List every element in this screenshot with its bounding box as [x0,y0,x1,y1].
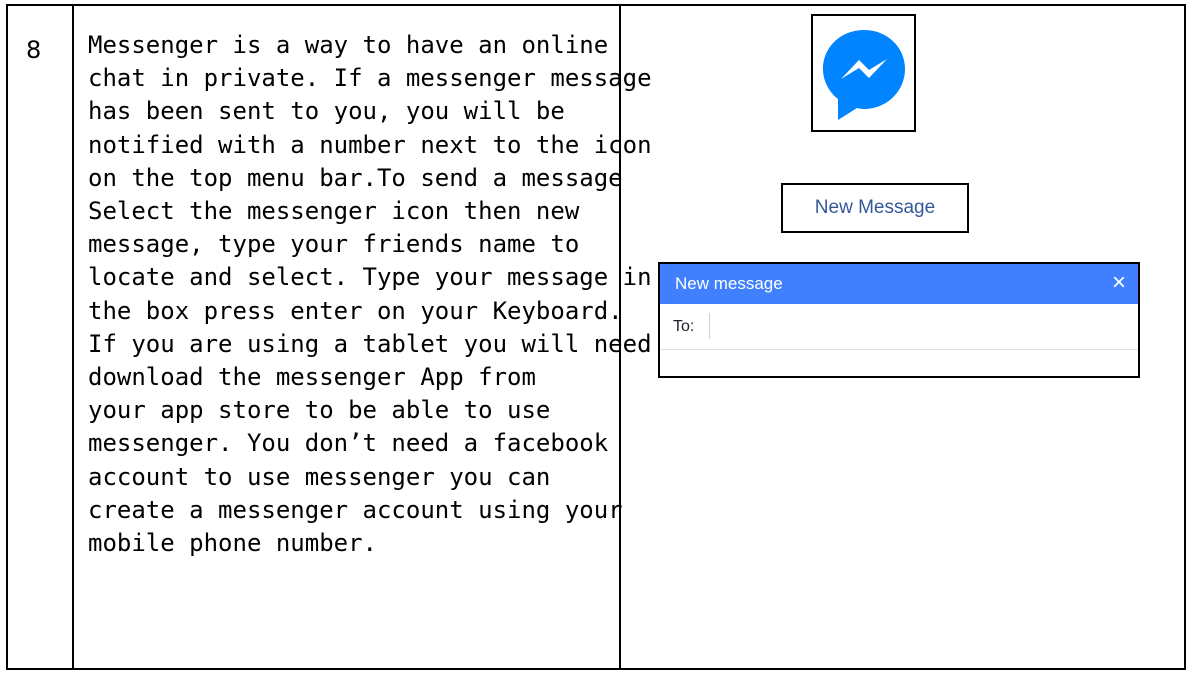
messenger-icon [823,30,905,120]
to-label: To: [673,318,695,335]
new-message-dialog: New message × To: [658,262,1140,378]
step-number: 8 [26,36,42,64]
column-divider [72,6,74,668]
step-description: Messenger is a way to have an online cha… [88,31,695,558]
recipient-input[interactable] [709,313,1116,339]
close-icon[interactable]: × [1112,264,1126,302]
new-message-button[interactable]: New Message [781,183,969,233]
dialog-header: New message × [660,264,1138,304]
dialog-title: New message [675,274,783,293]
messenger-icon-frame [811,14,916,132]
recipient-row: To: [660,304,1138,350]
